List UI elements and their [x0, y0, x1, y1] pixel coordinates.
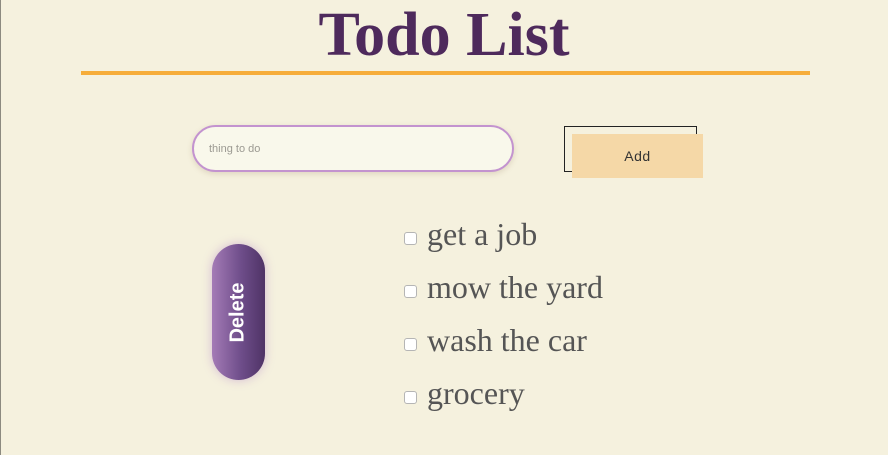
- todo-text: get a job: [427, 215, 538, 252]
- todo-text: grocery: [427, 374, 525, 411]
- todo-item: get a job: [403, 207, 603, 260]
- delete-button-label: Delete: [227, 281, 249, 343]
- todo-checkbox[interactable]: [404, 232, 417, 245]
- todo-list: get a job mow the yard wash the car groc…: [403, 207, 603, 419]
- delete-button[interactable]: Delete: [212, 244, 265, 380]
- todo-checkbox[interactable]: [404, 338, 417, 351]
- todo-text: wash the car: [427, 321, 587, 358]
- todo-text: mow the yard: [427, 268, 603, 305]
- todo-item: mow the yard: [403, 260, 603, 313]
- todo-item: wash the car: [403, 313, 603, 366]
- add-button[interactable]: Add: [572, 134, 703, 178]
- page-title: Todo List: [318, 1, 570, 69]
- todo-checkbox[interactable]: [404, 285, 417, 298]
- todo-checkbox[interactable]: [404, 391, 417, 404]
- title-underline: [81, 71, 810, 75]
- todo-item: grocery: [403, 366, 603, 419]
- todo-input[interactable]: [192, 125, 514, 172]
